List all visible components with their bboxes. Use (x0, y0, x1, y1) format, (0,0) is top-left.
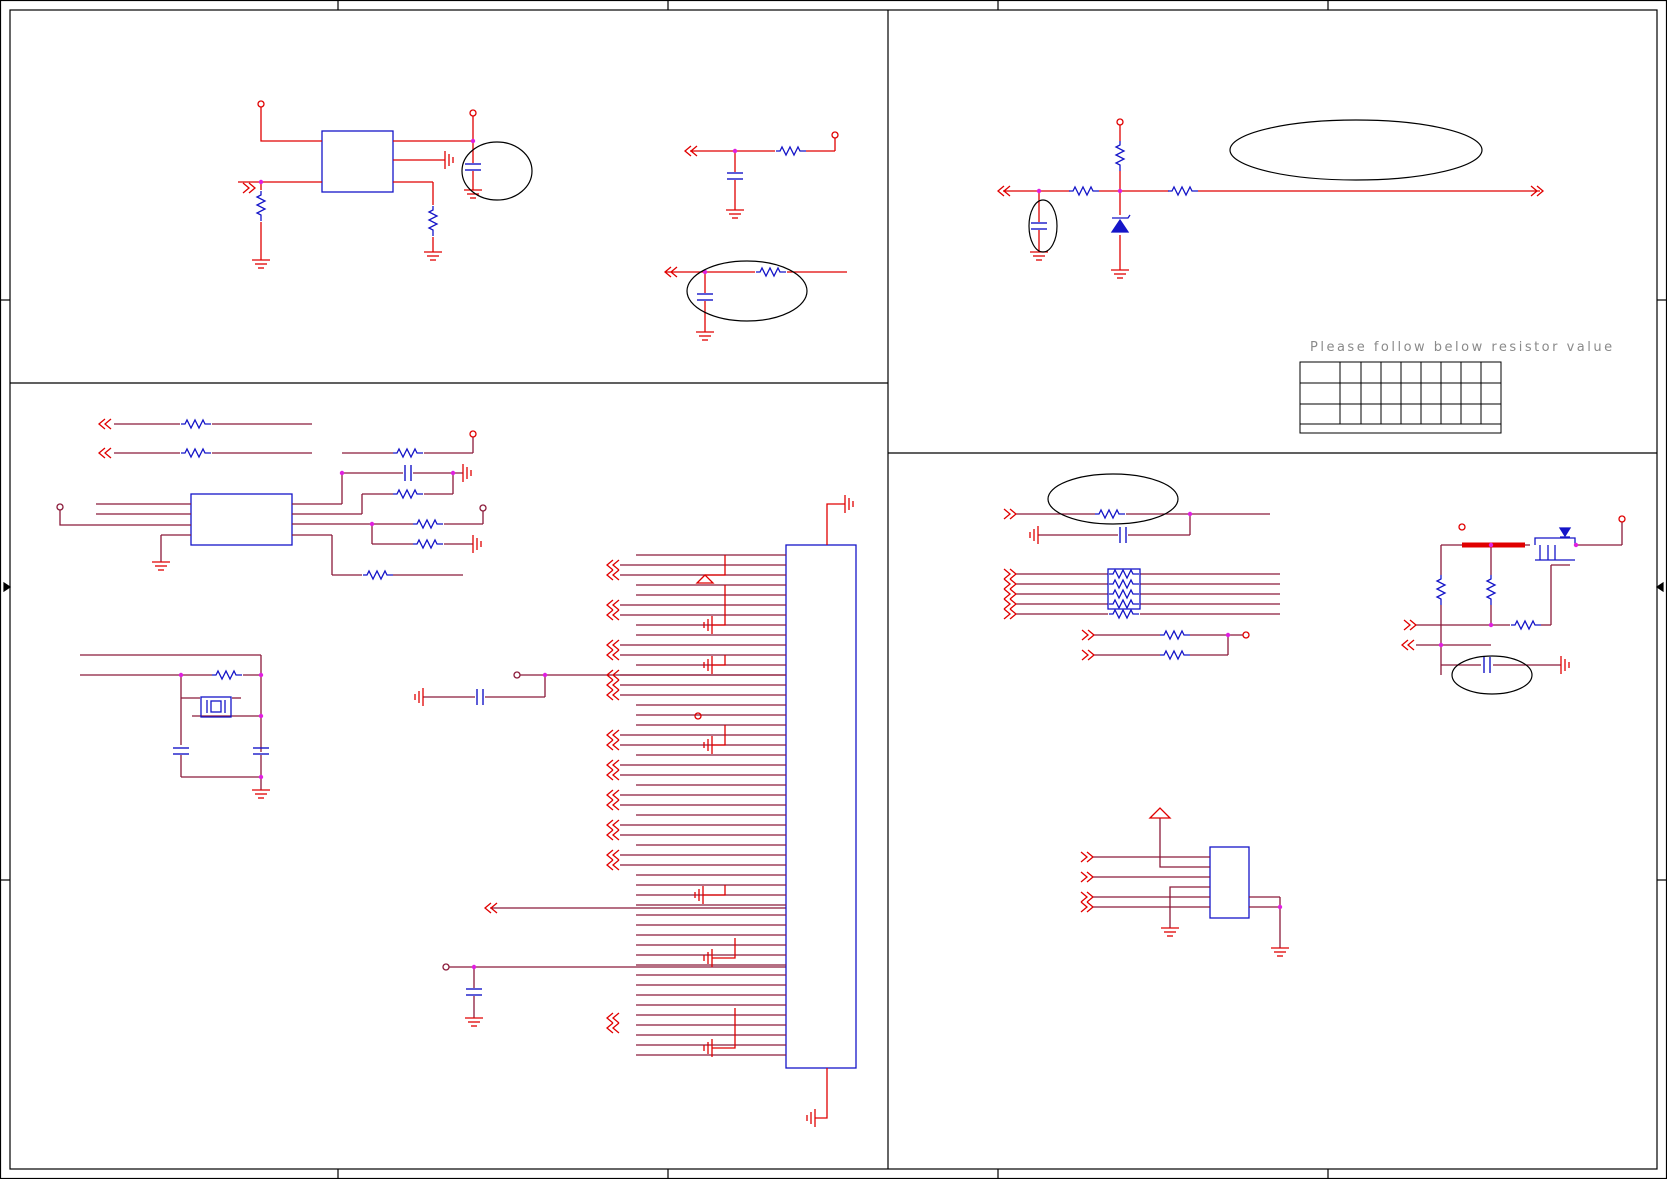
connector-port (606, 819, 620, 831)
connector-port (606, 1022, 620, 1034)
mosfet (1534, 527, 1576, 561)
connector-port (606, 569, 620, 581)
connector-port (606, 849, 620, 861)
panel-dividers (10, 10, 1657, 1169)
connector-port (606, 639, 620, 651)
schematic-sheet (0, 0, 1667, 1179)
controller-ic (190, 493, 293, 546)
highlight-ellipse (1451, 655, 1533, 695)
connector-port (606, 829, 620, 841)
bottom-right-interface-block (1003, 473, 1626, 957)
connector-port (606, 649, 620, 661)
top-right-input-network (997, 118, 1544, 434)
connector-port (606, 739, 620, 751)
bottom-left-connector-block (56, 418, 857, 1128)
main-connector (785, 544, 857, 1069)
connector-port (606, 859, 620, 871)
highlight-ellipse (1047, 473, 1179, 525)
connector-port (606, 799, 620, 811)
resistor-value-table (1299, 361, 1502, 434)
top-left-regulator-block (238, 100, 847, 341)
connector-port (606, 789, 620, 801)
regulator-ic (321, 130, 394, 193)
connector-port (606, 759, 620, 771)
connector-port (606, 689, 620, 701)
highlight-ellipse (1229, 119, 1483, 181)
connector-ports (606, 559, 620, 1034)
resistor-value-note: Please follow below resistor value (1310, 340, 1615, 355)
connector-port (606, 729, 620, 741)
connector-port (606, 599, 620, 611)
connector-port (606, 769, 620, 781)
connector-port (606, 679, 620, 691)
connector-port (606, 1012, 620, 1024)
zener-diode (1110, 214, 1131, 233)
power-flag-icon (1148, 807, 1172, 819)
interface-ic (1209, 846, 1250, 919)
highlight-ellipse (1028, 199, 1058, 253)
crystal (200, 696, 232, 718)
connector-port (606, 609, 620, 621)
connector-pins (620, 554, 786, 1056)
connector-port (606, 559, 620, 571)
